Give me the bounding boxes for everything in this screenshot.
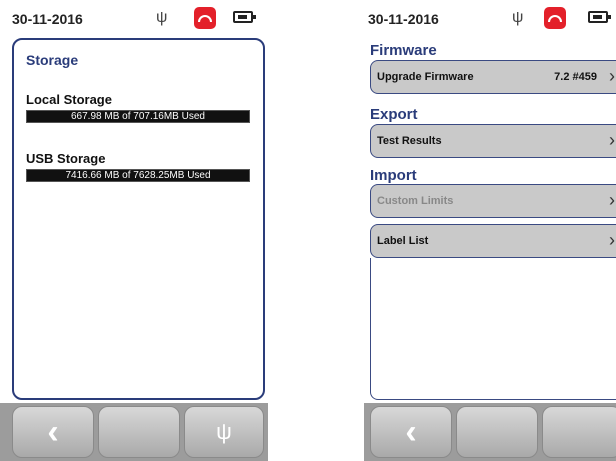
menu-label: Test Results	[377, 135, 442, 147]
section-import: Import	[370, 167, 417, 184]
firmware-version: 7.2 #459	[554, 71, 597, 83]
upgrade-firmware-item[interactable]: Upgrade Firmware 7.2 #459 ›	[370, 60, 616, 94]
tools-screen: 30-11-2016 ψ Firmware Upgrade Firmware 7…	[364, 0, 616, 461]
battery-icon	[233, 11, 256, 23]
local-storage-label: Local Storage	[26, 92, 112, 107]
chevron-right-icon: ›	[609, 130, 615, 150]
section-firmware: Firmware	[370, 42, 437, 59]
blank-softkey[interactable]	[456, 406, 538, 458]
chevron-right-icon: ›	[609, 230, 615, 250]
softkey-bar: ‹ ψ	[0, 403, 268, 461]
list-empty-area	[370, 258, 616, 400]
softkey-bar: ‹	[364, 403, 616, 461]
custom-limits-item[interactable]: Custom Limits ›	[370, 184, 616, 218]
chevron-left-icon: ‹	[405, 413, 417, 451]
phone-hangup-icon[interactable]	[544, 7, 566, 29]
page-title: Storage	[26, 52, 79, 68]
usb-icon: ψ	[156, 9, 168, 26]
phone-hangup-icon[interactable]	[194, 7, 216, 29]
status-bar: 30-11-2016 ψ	[0, 0, 268, 38]
chevron-left-icon: ‹	[47, 413, 59, 451]
chevron-right-icon: ›	[609, 190, 615, 210]
usb-softkey[interactable]: ψ	[184, 406, 264, 458]
section-export: Export	[370, 106, 418, 123]
usb-storage-label: USB Storage	[26, 151, 106, 166]
status-date: 30-11-2016	[368, 11, 439, 27]
menu-label: Upgrade Firmware	[377, 71, 474, 83]
local-storage-bar: 667.98 MB of 707.16MB Used	[26, 110, 250, 123]
label-list-item[interactable]: Label List ›	[370, 224, 616, 258]
chevron-right-icon: ›	[609, 66, 615, 86]
storage-screen: 30-11-2016 ψ Storage Local Storage 667.9…	[0, 0, 268, 461]
usb-icon: ψ	[512, 9, 524, 26]
menu-label: Custom Limits	[377, 195, 454, 207]
back-button[interactable]: ‹	[370, 406, 452, 458]
battery-icon	[588, 11, 611, 23]
back-button[interactable]: ‹	[12, 406, 94, 458]
status-bar: 30-11-2016 ψ	[364, 0, 616, 38]
blank-softkey[interactable]	[98, 406, 180, 458]
usb-icon: ψ	[216, 419, 232, 444]
blank-softkey-2[interactable]	[542, 406, 616, 458]
menu-label: Label List	[377, 235, 429, 247]
status-date: 30-11-2016	[12, 11, 83, 27]
test-results-item[interactable]: Test Results ›	[370, 124, 616, 158]
storage-panel: Storage Local Storage 667.98 MB of 707.1…	[12, 38, 265, 400]
usb-storage-bar: 7416.66 MB of 7628.25MB Used	[26, 169, 250, 182]
